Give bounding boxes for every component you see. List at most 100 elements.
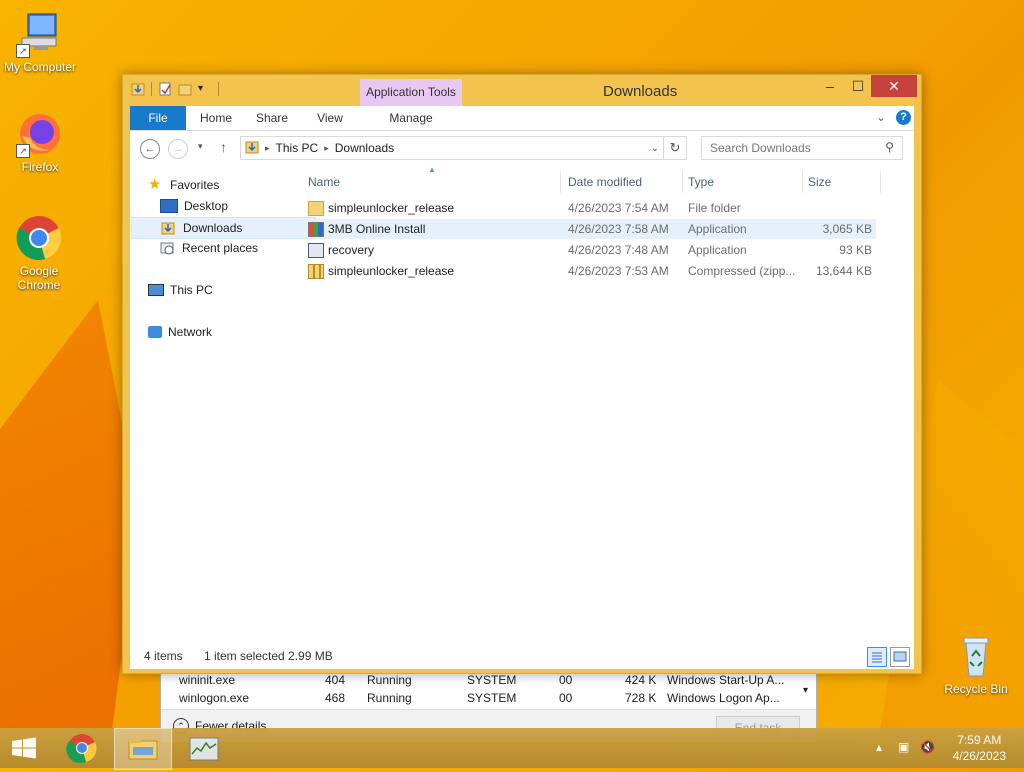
tab-view[interactable]: View xyxy=(308,106,352,130)
process-pid: 404 xyxy=(325,673,346,687)
application-icon xyxy=(308,243,324,258)
process-description: Windows Start-Up A... xyxy=(667,673,785,687)
desktop-icon xyxy=(160,199,178,213)
file-name: recovery xyxy=(328,243,375,257)
navigation-pane: ★ Favorites Desktop Downloads Recent pla… xyxy=(130,165,316,635)
address-bar[interactable]: ▸ This PC ▸ Downloads ⌄ xyxy=(240,136,664,160)
content-area: ★ Favorites Desktop Downloads Recent pla… xyxy=(130,165,914,669)
quick-access-toolbar: ▾ xyxy=(131,81,219,97)
properties-icon[interactable] xyxy=(158,81,172,97)
search-input[interactable]: Search Downloads ⚲ xyxy=(701,136,903,160)
computer-icon: ↗ xyxy=(16,10,64,58)
desktop-icon-firefox[interactable]: ↗ Firefox xyxy=(0,110,80,174)
column-separator[interactable] xyxy=(682,171,683,193)
up-button[interactable]: ↑ xyxy=(220,139,227,155)
taskbar: ▴ ▣ 🔇 7:59 AM 4/26/2023 xyxy=(0,728,1024,770)
context-tab-group-label: Application Tools xyxy=(366,85,456,99)
address-dropdown-icon[interactable]: ⌄ xyxy=(651,143,659,154)
ribbon-tabs: File Home Share View Manage ⌄ ? xyxy=(130,106,914,131)
desktop-icon-my-computer[interactable]: ↗ My Computer xyxy=(0,10,80,74)
process-name: winlogon.exe xyxy=(179,691,250,705)
nav-downloads[interactable]: Downloads xyxy=(131,217,316,239)
column-header-date[interactable]: Date modified xyxy=(568,171,642,193)
file-row-selected[interactable]: 3MB Online Install 4/26/2023 7:58 AM App… xyxy=(306,219,876,239)
show-hidden-icons[interactable]: ▴ xyxy=(876,740,882,754)
file-explorer-icon xyxy=(128,739,158,760)
clock[interactable]: 7:59 AM 4/26/2023 xyxy=(953,732,1006,764)
recent-locations-icon[interactable]: ▾ xyxy=(198,141,203,152)
expand-ribbon-icon[interactable]: ⌄ xyxy=(876,110,886,124)
back-button[interactable]: ← xyxy=(140,139,160,159)
close-button[interactable]: ✕ xyxy=(871,75,917,97)
breadcrumb-this-pc[interactable]: This PC xyxy=(276,141,319,155)
new-folder-icon[interactable] xyxy=(178,81,192,97)
chrome-icon xyxy=(66,734,97,764)
forward-button[interactable]: → xyxy=(168,139,188,159)
column-header-name[interactable]: Name xyxy=(308,171,340,193)
start-button[interactable] xyxy=(0,728,56,768)
folder-icon xyxy=(308,201,324,216)
taskbar-task-manager-button[interactable] xyxy=(176,728,232,768)
column-header-size[interactable]: Size xyxy=(808,171,831,193)
network-status-icon[interactable]: ▣ xyxy=(898,740,909,754)
desktop-icon-recycle-bin[interactable]: Recycle Bin xyxy=(936,632,1016,696)
recycle-bin-icon xyxy=(952,632,1000,680)
breadcrumb-chevron-icon: ▸ xyxy=(265,142,270,153)
nav-this-pc[interactable]: This PC xyxy=(148,280,213,300)
taskbar-explorer-button[interactable] xyxy=(114,728,172,770)
file-size: 93 KB xyxy=(839,243,872,257)
volume-muted-icon[interactable]: 🔇 xyxy=(920,740,935,754)
nav-recent-places[interactable]: Recent places xyxy=(160,238,258,258)
downloads-folder-icon xyxy=(245,140,259,157)
refresh-button[interactable]: ↻ xyxy=(664,136,687,160)
large-icons-view-button[interactable] xyxy=(890,647,910,667)
file-type: File folder xyxy=(688,201,741,215)
column-header-type[interactable]: Type xyxy=(688,171,714,193)
nav-network[interactable]: Network xyxy=(148,322,212,342)
downloads-folder-icon[interactable] xyxy=(131,81,145,97)
tab-share[interactable]: Share xyxy=(250,106,294,130)
nav-favorites[interactable]: ★ Favorites xyxy=(148,175,219,195)
process-memory: 728 K xyxy=(625,691,657,705)
column-separator[interactable] xyxy=(880,171,881,193)
file-row[interactable]: recovery 4/26/2023 7:48 AM Application 9… xyxy=(306,240,876,260)
breadcrumb-chevron-icon: ▸ xyxy=(324,142,329,153)
tab-home[interactable]: Home xyxy=(194,106,238,130)
title-bar[interactable]: ▾ Application Tools Downloads – ☐ ✕ xyxy=(123,75,921,123)
maximize-button[interactable]: ☐ xyxy=(841,75,875,97)
item-count: 4 items xyxy=(144,649,183,663)
desktop-icon-label: Google Chrome xyxy=(17,264,61,292)
navigation-bar: ← → ▾ ↑ ▸ This PC ▸ Downloads ⌄ ↻ Search… xyxy=(130,131,914,165)
search-placeholder: Search Downloads xyxy=(710,141,811,155)
column-separator[interactable] xyxy=(560,171,561,193)
desktop-icon-chrome[interactable]: Google Chrome xyxy=(0,214,78,292)
help-icon[interactable]: ? xyxy=(896,110,911,125)
file-row[interactable]: simpleunlocker_release 4/26/2023 7:53 AM… xyxy=(306,261,876,281)
sort-ascending-icon: ▲ xyxy=(428,165,436,174)
customize-toolbar-icon[interactable]: ▾ xyxy=(198,81,212,97)
file-date: 4/26/2023 7:58 AM xyxy=(568,222,669,236)
installer-icon xyxy=(308,222,324,237)
breadcrumb-downloads[interactable]: Downloads xyxy=(335,141,394,155)
file-name: simpleunlocker_release xyxy=(328,201,455,215)
nav-label: Desktop xyxy=(184,199,229,213)
process-row[interactable]: winlogon.exe 468 Running SYSTEM 00 728 K… xyxy=(169,689,799,709)
desktop-icon-label: Firefox xyxy=(21,160,59,174)
details-view-button[interactable] xyxy=(867,647,887,667)
scroll-down-icon[interactable]: ▾ xyxy=(803,685,808,696)
file-row[interactable]: simpleunlocker_release 4/26/2023 7:54 AM… xyxy=(306,198,876,218)
explorer-window: ▾ Application Tools Downloads – ☐ ✕ File… xyxy=(122,74,922,674)
details-view-icon xyxy=(872,652,882,663)
taskbar-chrome-button[interactable] xyxy=(56,728,112,768)
computer-icon xyxy=(148,284,164,296)
process-memory: 424 K xyxy=(625,673,657,687)
tab-manage[interactable]: Manage xyxy=(360,106,462,130)
process-status: Running xyxy=(367,691,412,705)
nav-desktop[interactable]: Desktop xyxy=(160,196,228,216)
column-separator[interactable] xyxy=(802,171,803,193)
tab-file[interactable]: File xyxy=(130,106,186,130)
windows-logo-icon xyxy=(12,737,36,759)
file-size: 13,644 KB xyxy=(815,264,872,278)
process-name: wininit.exe xyxy=(179,673,236,687)
process-status: Running xyxy=(367,673,412,687)
